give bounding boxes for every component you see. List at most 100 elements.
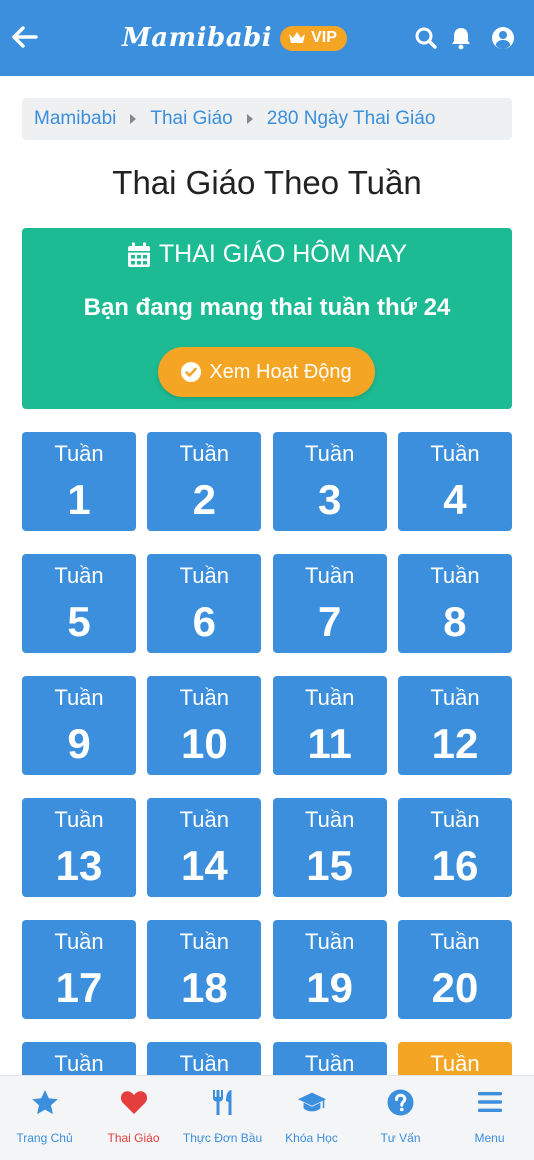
chevron-right-icon bbox=[130, 114, 137, 124]
week-tile-8[interactable]: Tuần 8 bbox=[397, 554, 512, 653]
graduation-cap-icon bbox=[297, 1092, 326, 1112]
week-tile-18[interactable]: Tuần 18 bbox=[147, 920, 262, 1019]
week-number: 7 bbox=[317, 598, 342, 645]
week-number: 6 bbox=[192, 598, 216, 645]
nav-item-menu-food[interactable]: Thực Đơn Bầu bbox=[178, 1076, 267, 1160]
week-number: 13 bbox=[55, 842, 103, 889]
week-tile-2[interactable]: Tuần 2 bbox=[147, 432, 262, 531]
week-number: 15 bbox=[306, 842, 354, 889]
week-tile-13[interactable]: Tuần 13 bbox=[22, 798, 136, 897]
week-label: Tuần bbox=[179, 929, 229, 954]
week-tile-5[interactable]: Tuần 5 bbox=[22, 554, 136, 653]
week-number: 16 bbox=[431, 842, 479, 889]
vip-label: VIP bbox=[311, 29, 337, 46]
week-label: Tuần bbox=[304, 1051, 355, 1075]
week-tile-7[interactable]: Tuần 7 bbox=[272, 554, 387, 653]
week-tile-14[interactable]: Tuần 14 bbox=[147, 798, 262, 897]
week-tile-1[interactable]: Tuần 1 bbox=[22, 432, 136, 531]
week-tile-6[interactable]: Tuần 6 bbox=[147, 554, 262, 653]
week-tile-4[interactable]: Tuần 4 bbox=[397, 432, 512, 531]
nav-item-consult[interactable]: Tư Vấn bbox=[356, 1076, 445, 1160]
breadcrumb-item-280-days[interactable]: 280 Ngày Thai Giáo bbox=[267, 108, 436, 130]
week-label: Tuần bbox=[54, 929, 104, 954]
heart-icon bbox=[120, 1090, 147, 1114]
view-activity-button[interactable]: Xem Hoạt Động bbox=[158, 347, 375, 397]
week-number: 9 bbox=[67, 720, 91, 767]
nav-item-home[interactable]: Trang Chủ bbox=[0, 1076, 89, 1160]
menu-icon bbox=[477, 1092, 502, 1112]
week-label: Tuần bbox=[304, 807, 355, 832]
week-label: Tuần bbox=[430, 441, 480, 466]
back-button[interactable] bbox=[8, 20, 42, 54]
breadcrumb-item-home[interactable]: Mamibabi bbox=[34, 108, 116, 130]
week-tile-22[interactable]: Tuần22 bbox=[147, 1042, 262, 1075]
week-label: Tuần bbox=[430, 807, 480, 832]
calendar-icon bbox=[127, 242, 150, 267]
week-label: Tuần bbox=[54, 441, 104, 466]
week-label: Tuần bbox=[304, 563, 355, 588]
week-tile-16[interactable]: Tuần 16 bbox=[397, 798, 512, 897]
week-tile-11[interactable]: Tuần 11 bbox=[272, 676, 387, 775]
week-tile-10[interactable]: Tuần 10 bbox=[147, 676, 262, 775]
week-tile-15[interactable]: Tuần 15 bbox=[272, 798, 387, 897]
nav-label-consult: Tư Vấn bbox=[380, 1131, 421, 1145]
week-number: 18 bbox=[180, 964, 228, 1011]
week-number: 2 bbox=[192, 476, 216, 523]
brand-logo[interactable]: Mamibabi VIP bbox=[122, 20, 347, 56]
week-tile-23[interactable]: Tuần23 bbox=[272, 1042, 387, 1075]
nav-label-thai-giao: Thai Giáo bbox=[107, 1131, 160, 1145]
back-arrow-icon bbox=[12, 26, 38, 48]
account-button[interactable] bbox=[489, 24, 517, 52]
week-number: 14 bbox=[180, 842, 228, 889]
week-tile-3[interactable]: Tuần 3 bbox=[272, 432, 387, 531]
week-label: Tuần bbox=[179, 441, 229, 466]
week-number: 5 bbox=[67, 598, 91, 645]
week-number: 8 bbox=[443, 598, 467, 645]
bell-icon bbox=[452, 28, 470, 50]
check-circle-icon bbox=[181, 362, 202, 382]
week-label: Tuần bbox=[54, 1051, 104, 1075]
notification-button[interactable] bbox=[447, 24, 475, 52]
question-circle-icon bbox=[387, 1089, 414, 1115]
today-heading: THAI GIÁO HÔM NAY bbox=[22, 240, 512, 269]
week-number: 1 bbox=[67, 476, 91, 523]
utensils-icon bbox=[212, 1089, 231, 1115]
week-tile-19[interactable]: Tuần 19 bbox=[272, 920, 387, 1019]
week-number: 11 bbox=[307, 720, 352, 767]
week-label: Tuần bbox=[179, 685, 229, 710]
week-tile-21[interactable]: Tuần21 bbox=[22, 1042, 136, 1075]
week-number: 12 bbox=[431, 720, 479, 767]
week-label: Tuần bbox=[54, 807, 104, 832]
search-button[interactable] bbox=[412, 24, 440, 52]
week-number: 19 bbox=[306, 964, 354, 1011]
top-app-bar: Mamibabi VIP bbox=[0, 0, 534, 76]
week-label: Tuần bbox=[304, 929, 355, 954]
page-title: Thai Giáo Theo Tuần bbox=[112, 164, 422, 201]
star-icon bbox=[31, 1089, 58, 1114]
week-label: Tuần bbox=[179, 563, 229, 588]
logo-text: Mamibabi bbox=[122, 23, 273, 53]
vip-badge[interactable]: VIP bbox=[280, 25, 347, 51]
breadcrumb-item-thai-giao[interactable]: Thai Giáo bbox=[150, 108, 232, 130]
week-grid: Tuần 1 Tuần 2 Tuần 3 Tuần 4 Tuần 5 Tuần 6 Tuần 7 Tuần 8… bbox=[22, 432, 512, 1075]
week-number: 17 bbox=[55, 964, 103, 1011]
week-number: 4 bbox=[443, 476, 467, 523]
week-tile-12[interactable]: Tuần 12 bbox=[397, 676, 512, 775]
nav-label-menu: Menu bbox=[474, 1131, 505, 1145]
nav-item-menu[interactable]: Menu bbox=[445, 1076, 534, 1160]
nav-item-thai-giao[interactable]: Thai Giáo bbox=[89, 1076, 178, 1160]
nav-label-menu-food: Thực Đơn Bầu bbox=[182, 1131, 263, 1145]
week-tile-20[interactable]: Tuần 20 bbox=[397, 920, 512, 1019]
today-card: THAI GIÁO HÔM NAY Bạn đang mang thai tuầ… bbox=[22, 228, 512, 409]
week-tile-24[interactable]: Tuần24 bbox=[397, 1042, 512, 1075]
week-label: Tuần bbox=[54, 685, 104, 710]
week-tile-9[interactable]: Tuần 9 bbox=[22, 676, 136, 775]
week-number: 3 bbox=[317, 476, 342, 523]
user-icon bbox=[492, 27, 514, 49]
nav-item-courses[interactable]: Khóa Học bbox=[267, 1076, 356, 1160]
today-heading-text: THAI GIÁO HÔM NAY bbox=[158, 240, 408, 268]
week-label: Tuần bbox=[430, 685, 480, 710]
week-tile-17[interactable]: Tuần 17 bbox=[22, 920, 136, 1019]
week-label: Tuần bbox=[179, 807, 229, 832]
week-number: 20 bbox=[431, 964, 479, 1011]
